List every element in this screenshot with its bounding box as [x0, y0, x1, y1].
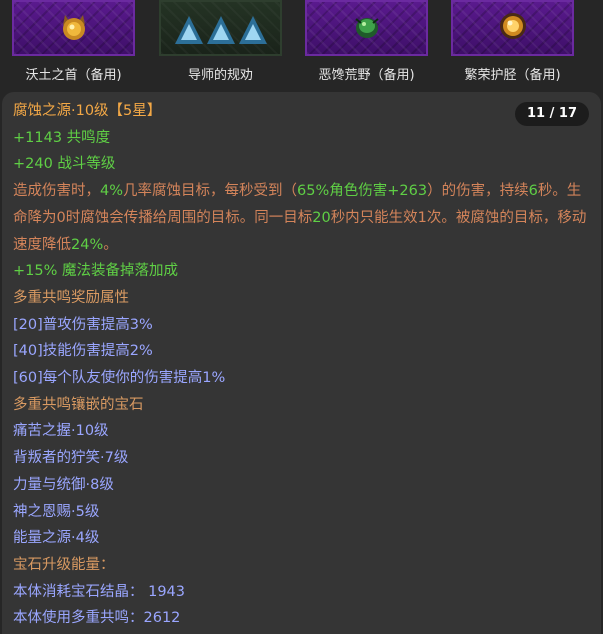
- slot-label: 沃土之首（备用): [25, 68, 122, 83]
- gems-header: 多重共鸣镶嵌的宝石: [13, 396, 144, 413]
- slot-fertile-head[interactable]: 沃土之首（备用): [12, 0, 135, 83]
- slot-tile[interactable]: [159, 0, 282, 56]
- bonus-header: 多重共鸣奖励属性: [13, 289, 129, 306]
- desc-text: 造成伤害时，: [13, 183, 100, 200]
- desc-value: 65%角色伤害+263: [297, 183, 428, 200]
- green-beetle-icon: [351, 11, 383, 45]
- gem-item: 背叛者的狞笑·7级: [13, 450, 129, 467]
- gem-item: 能量之源·4级: [13, 530, 100, 547]
- desc-value: 24%: [71, 236, 104, 253]
- slot-label: 恶馋荒野（备用): [318, 68, 415, 83]
- combat-level-stat: +240 战斗等级: [13, 156, 116, 173]
- crystal-cost: 本体消耗宝石结晶： 1943: [13, 583, 186, 600]
- gem-item: 力量与统御·8级: [13, 476, 114, 493]
- slot-tile[interactable]: [451, 0, 574, 56]
- item-title: 腐蚀之源·10级【5星】: [13, 103, 162, 119]
- slot-tile[interactable]: [305, 0, 428, 56]
- slot-label: 导师的规劝: [187, 68, 253, 83]
- desc-text: 几率腐蚀目标，每秒受到（: [123, 183, 298, 200]
- desc-value: 20: [312, 209, 331, 226]
- page-indicator-badge: 11 / 17: [515, 102, 589, 126]
- bonus-line: [60]每个队友使你的伤害提高1%: [13, 370, 226, 387]
- golden-orb-icon: [498, 11, 528, 45]
- resonance-stat: +1143 共鸣度: [13, 129, 111, 146]
- slot-mentor-advice[interactable]: 导师的规劝: [159, 0, 282, 83]
- gem-item: 痛苦之握·10级: [13, 423, 109, 440]
- golden-head-icon: [59, 9, 89, 47]
- slot-label: 繁荣护胫（备用): [464, 68, 561, 83]
- resonance-cost: 本体使用多重共鸣：2612: [13, 610, 181, 627]
- upgrade-header: 宝石升级能量：: [13, 556, 115, 573]
- equipment-slots-row: 沃土之首（备用) 导师的规劝 恶馋荒野（备用) 繁荣护胫（备用): [0, 0, 603, 88]
- desc-value: 4%: [100, 183, 124, 200]
- bonus-line: [40]技能伤害提高2%: [13, 343, 153, 360]
- triangle-gems-icon: [175, 14, 267, 46]
- slot-prosperity-greaves[interactable]: 繁荣护胫（备用): [451, 0, 574, 83]
- item-tooltip-panel: 11 / 17 腐蚀之源·10级【5星】 +1143 共鸣度 +240 战斗等级…: [2, 92, 601, 634]
- gem-item: 神之恩赐·5级: [13, 503, 100, 520]
- effect-description: 造成伤害时，4%几率腐蚀目标，每秒受到（65%角色伤害+263）的伤害，持续6秒…: [13, 178, 588, 258]
- desc-text: 。: [103, 236, 118, 253]
- desc-value: 6: [528, 183, 538, 200]
- desc-text: ）的伤害，持续: [427, 183, 529, 200]
- slot-greedy-wild[interactable]: 恶馋荒野（备用): [305, 0, 428, 83]
- slot-tile[interactable]: [12, 0, 135, 56]
- magic-drop-stat: +15% 魔法装备掉落加成: [13, 263, 178, 280]
- bonus-line: [20]普攻伤害提高3%: [13, 316, 153, 333]
